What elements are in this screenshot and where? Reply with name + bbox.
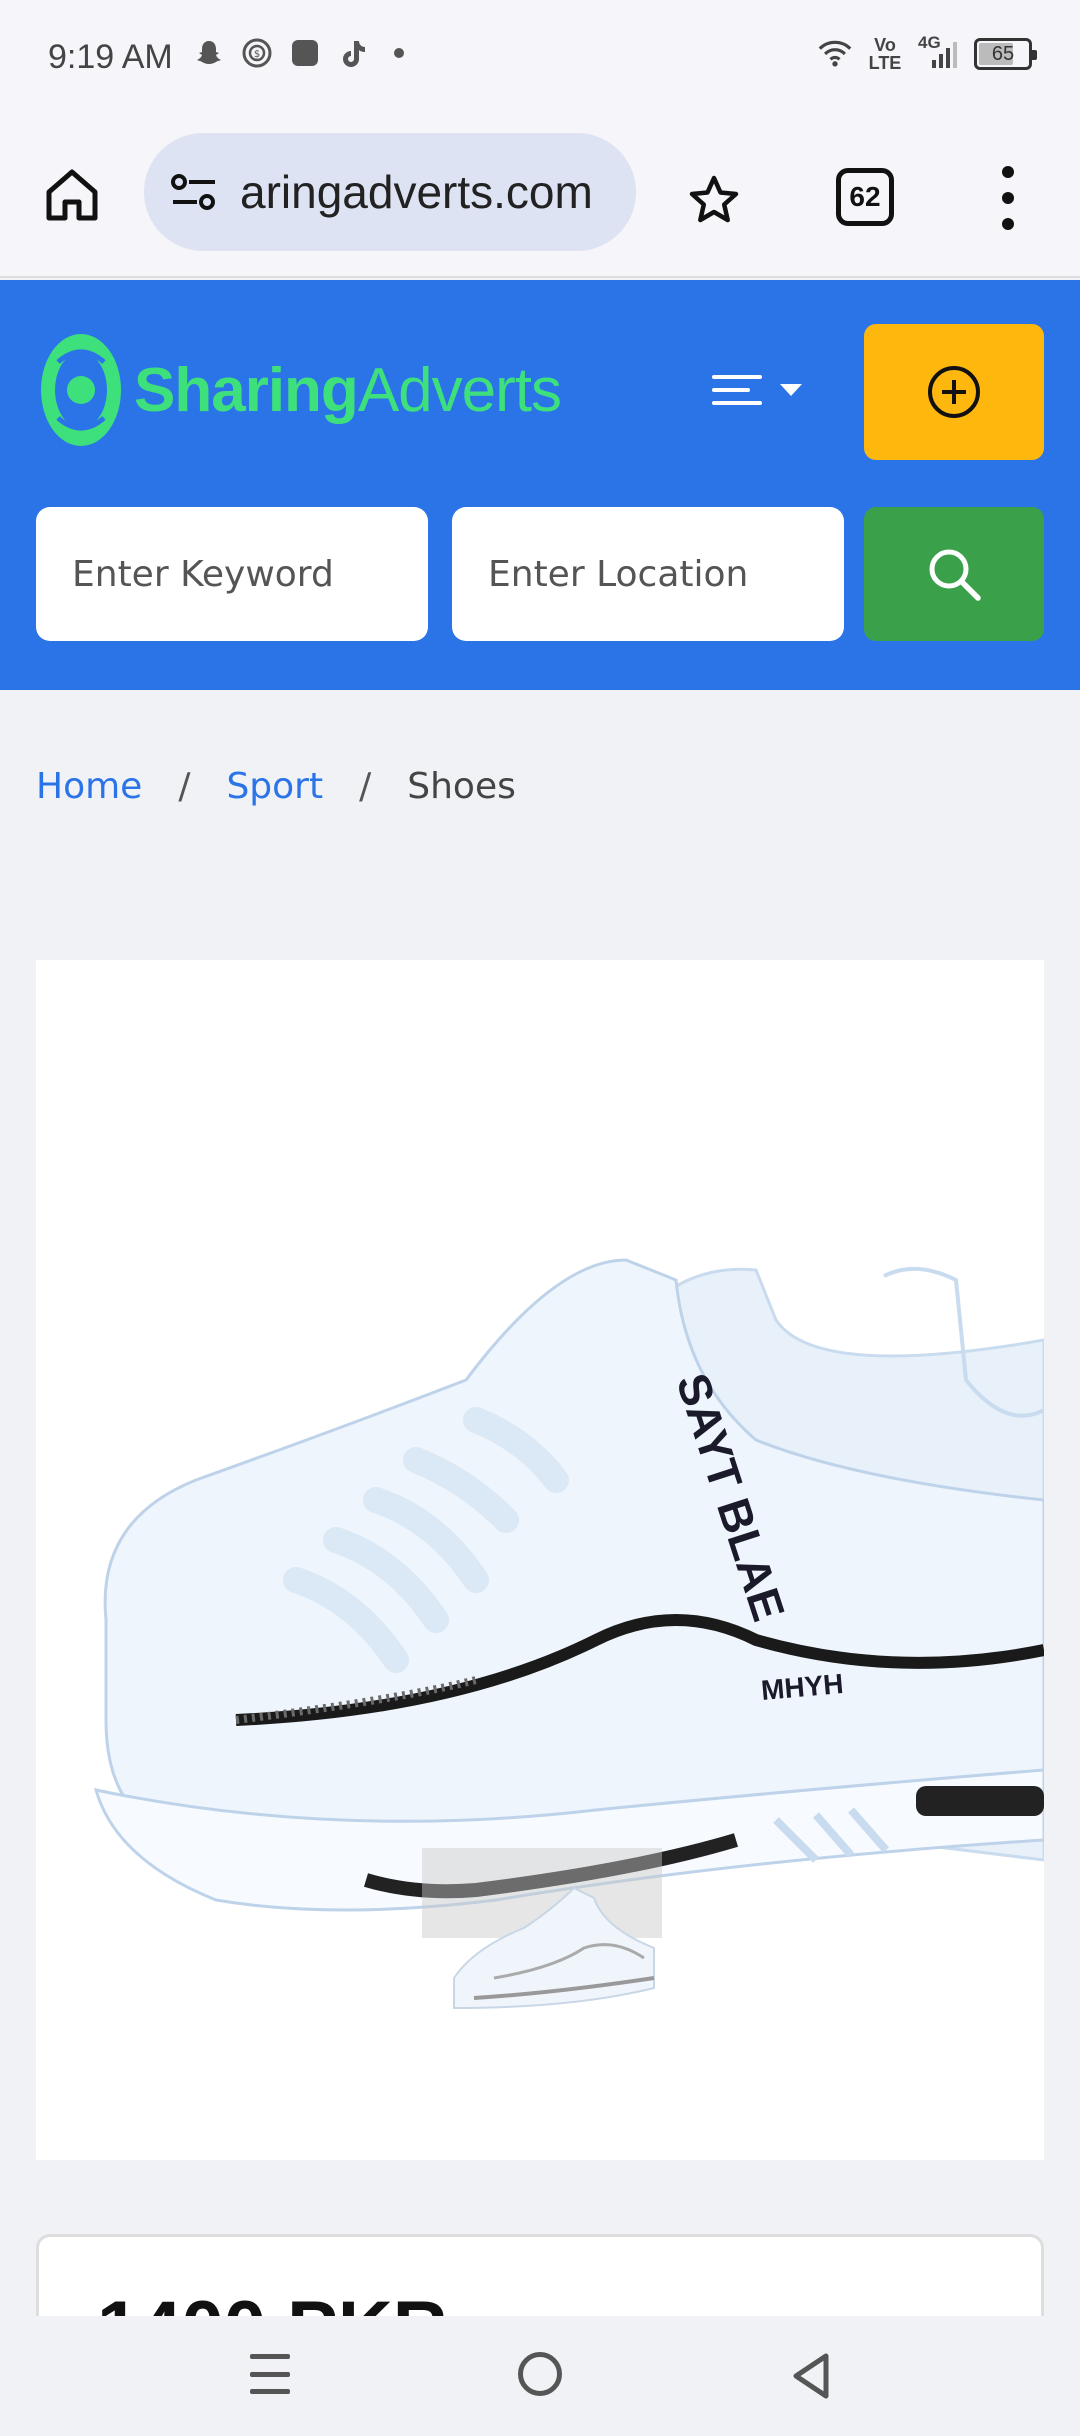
- tab-switcher-button[interactable]: 62: [836, 168, 894, 226]
- hamburger-icon: [712, 375, 762, 405]
- tiktok-icon: [336, 36, 370, 70]
- site-header: SharingAdverts: [0, 280, 1080, 690]
- star-icon[interactable]: [684, 170, 744, 230]
- menu-toggle-button[interactable]: [712, 360, 822, 420]
- signal-icon: 4G: [918, 33, 958, 71]
- more-vert-icon[interactable]: [994, 166, 1022, 230]
- system-nav-bar: [0, 2316, 1080, 2436]
- more-notifications-dot: [394, 48, 404, 58]
- product-image-gallery[interactable]: SAYT BLAE MHYH: [36, 960, 1044, 2160]
- snapchat-icon: [192, 36, 226, 70]
- site-logo[interactable]: SharingAdverts: [38, 332, 562, 448]
- recent-apps-icon[interactable]: [250, 2354, 290, 2394]
- home-icon[interactable]: [40, 163, 104, 227]
- nav-home-icon[interactable]: [518, 2352, 562, 2396]
- thumbnail-shoe: [453, 1886, 655, 2010]
- gallery-thumbnail[interactable]: [414, 1848, 688, 2048]
- keyword-input[interactable]: [36, 507, 428, 641]
- chevron-down-icon: [780, 384, 802, 396]
- browser-toolbar: aringadverts.com 62: [0, 118, 1080, 278]
- wifi-icon: [818, 37, 852, 71]
- status-time: 9:19 AM: [48, 38, 173, 76]
- breadcrumb-category[interactable]: Sport: [226, 766, 323, 807]
- url-text[interactable]: aringadverts.com: [240, 165, 593, 219]
- status-bar: 9:19 AM $ Vo LTE 4G 65: [0, 0, 1080, 118]
- search-button[interactable]: [864, 507, 1044, 641]
- volte-label: Vo LTE: [868, 35, 902, 73]
- breadcrumb: Home / Sport / Shoes: [36, 766, 516, 807]
- logo-mark-icon: [38, 332, 124, 448]
- breadcrumb-home[interactable]: Home: [36, 766, 142, 807]
- back-icon[interactable]: [790, 2352, 834, 2400]
- network-type: 4G: [918, 33, 941, 52]
- logo-text: SharingAdverts: [134, 355, 562, 426]
- plus-circle-icon: [928, 366, 980, 418]
- logo-text-bold: Sharing: [134, 355, 359, 425]
- search-icon: [929, 549, 981, 601]
- breadcrumb-separator: /: [359, 766, 372, 807]
- tune-icon[interactable]: [168, 166, 220, 218]
- notification-icons: $: [192, 36, 404, 70]
- money-app-icon: $: [240, 36, 274, 70]
- logo-text-light: Adverts: [357, 355, 562, 425]
- system-icons: Vo LTE 4G 65: [818, 33, 1037, 73]
- app-square-icon: [288, 36, 322, 70]
- breadcrumb-separator: /: [178, 766, 191, 807]
- battery-percent: 65: [991, 42, 1015, 65]
- battery-indicator: 65: [974, 38, 1037, 70]
- location-input[interactable]: [452, 507, 844, 641]
- post-ad-button[interactable]: [864, 324, 1044, 460]
- address-bar[interactable]: aringadverts.com: [144, 133, 636, 251]
- svg-text:$: $: [254, 49, 260, 60]
- breadcrumb-current: Shoes: [407, 766, 516, 807]
